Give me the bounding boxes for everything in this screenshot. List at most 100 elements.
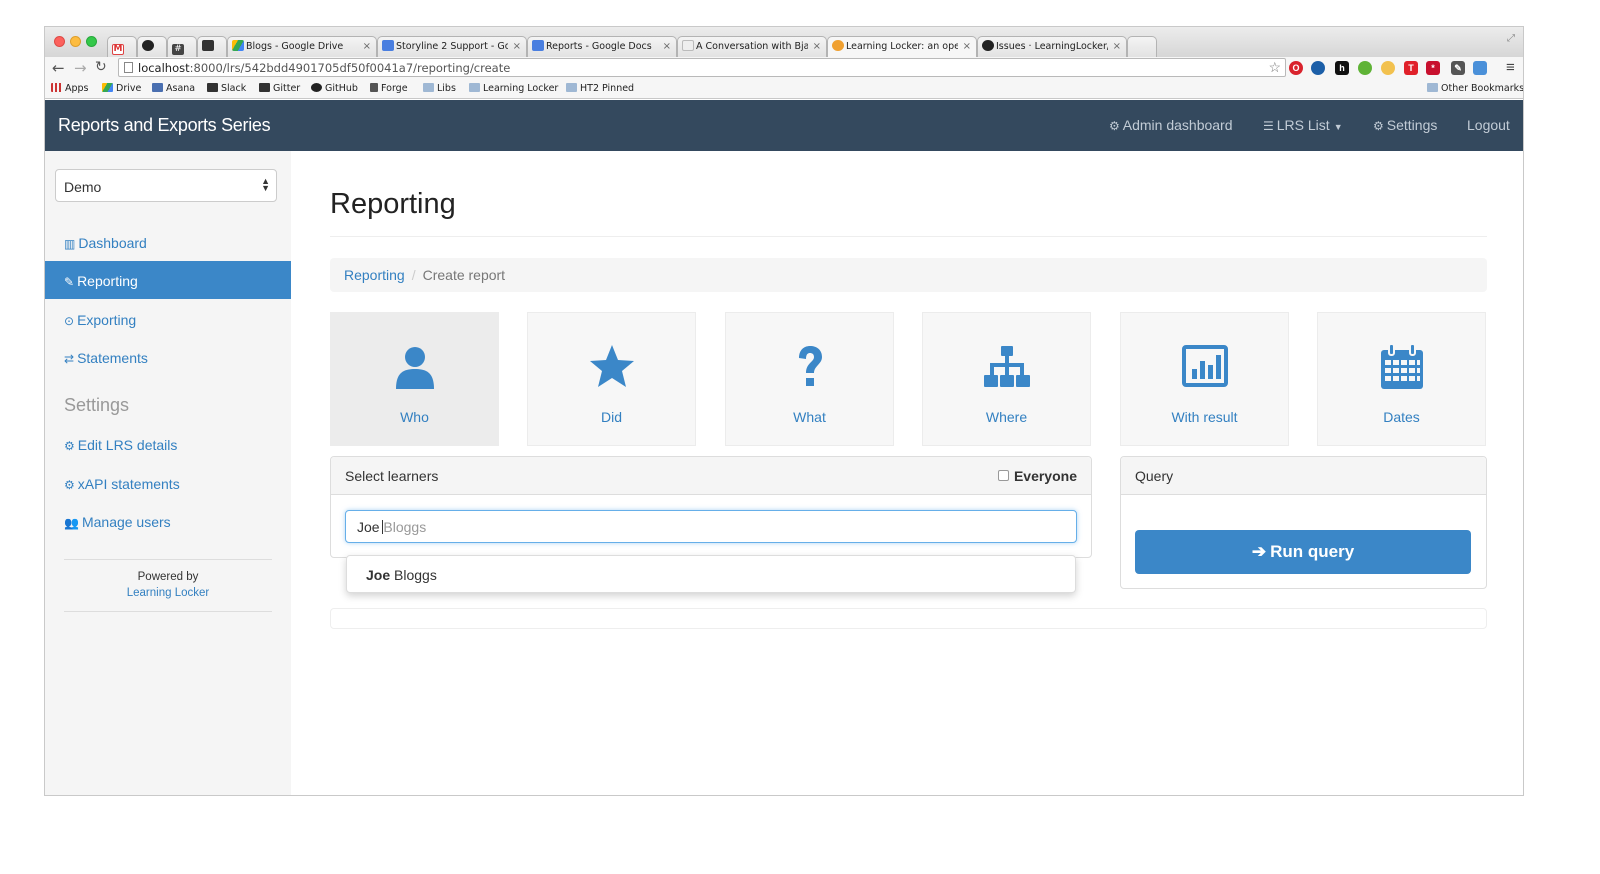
sidebar-item-exporting[interactable]: ⊙ Exporting xyxy=(45,300,291,338)
browser-tab-gitter[interactable] xyxy=(197,36,227,57)
sidebar-item-dashboard[interactable]: ▥ Dashboard xyxy=(45,223,291,261)
tile-dates[interactable]: Dates xyxy=(1317,312,1486,446)
clipboard-extension-icon[interactable] xyxy=(1473,61,1487,75)
nav-logout[interactable]: Logout xyxy=(1467,117,1510,133)
bookmark-label: Forge xyxy=(381,83,408,94)
back-arrow-icon[interactable]: ← xyxy=(52,59,65,77)
honey-extension-icon[interactable] xyxy=(1381,61,1395,75)
menu-icon[interactable]: ≡ xyxy=(1506,59,1515,76)
nav-admin-dashboard[interactable]: ⚙ Admin dashboard xyxy=(1109,117,1233,133)
fullscreen-icon[interactable]: ⤢ xyxy=(1507,33,1515,44)
bookmark-star-icon[interactable]: ☆ xyxy=(1268,59,1281,76)
star-icon xyxy=(590,345,634,387)
learning-locker-link[interactable]: Learning Locker xyxy=(64,585,272,601)
everyone-checkbox[interactable]: Everyone xyxy=(997,468,1077,484)
tab-title: Blogs - Google Drive xyxy=(246,41,344,52)
url-text: localhost:8000/lrs/542bdd4901705df50f004… xyxy=(138,61,510,75)
bookmark-drive[interactable]: Drive xyxy=(102,83,141,94)
evernote-extension-icon[interactable] xyxy=(1358,61,1372,75)
gear-icon: ⚙ xyxy=(64,439,75,453)
bookmark-learning-locker[interactable]: Learning Locker xyxy=(469,83,558,94)
checkbox-box[interactable] xyxy=(997,470,1009,481)
nav-settings[interactable]: ⚙ Settings xyxy=(1373,117,1437,133)
reload-icon[interactable]: ↻ xyxy=(95,59,107,75)
close-window-button[interactable] xyxy=(54,36,65,47)
browser-tab-conversation[interactable]: A Conversation with Bjarn × xyxy=(677,36,827,57)
circle-arrow-icon: ⊙ xyxy=(64,314,75,328)
address-bar[interactable]: localhost:8000/lrs/542bdd4901705df50f004… xyxy=(118,58,1286,77)
google-docs-icon xyxy=(532,40,544,51)
browser-tab-issues[interactable]: Issues · LearningLocker/le × xyxy=(977,36,1127,57)
close-tab-icon[interactable]: × xyxy=(1113,37,1121,56)
forward-arrow-icon[interactable]: → xyxy=(74,59,87,77)
close-tab-icon[interactable]: × xyxy=(963,37,971,56)
close-tab-icon[interactable]: × xyxy=(363,37,371,56)
tile-what[interactable]: What xyxy=(725,312,894,446)
bookmark-github[interactable]: GitHub xyxy=(311,83,358,94)
close-tab-icon[interactable]: × xyxy=(663,37,671,56)
google-drive-icon xyxy=(102,83,113,92)
close-tab-icon[interactable]: × xyxy=(513,37,521,56)
browser-tab-learning-locker[interactable]: Learning Locker: an open s × xyxy=(827,36,977,57)
tile-did[interactable]: Did xyxy=(527,312,696,446)
close-tab-icon[interactable]: × xyxy=(813,37,821,56)
globe-extension-icon[interactable] xyxy=(1311,61,1325,75)
sidebar-item-label: Edit LRS details xyxy=(77,437,178,453)
opera-extension-icon[interactable]: O xyxy=(1289,61,1303,75)
browser-tab-drive[interactable]: Blogs - Google Drive × xyxy=(227,36,377,57)
url-path: :8000/lrs/542bdd4901705df50f0041a7/repor… xyxy=(189,61,511,75)
tile-label: Where xyxy=(985,409,1028,425)
bookmark-apps[interactable]: Apps xyxy=(51,83,89,94)
exchange-icon: ⇄ xyxy=(64,352,75,366)
bookmarks-bar: Apps Drive Asana Slack Gitter GitHub For… xyxy=(45,79,1523,99)
title-divider xyxy=(330,236,1487,237)
maximize-window-button[interactable] xyxy=(86,36,97,47)
bookmark-libs[interactable]: Libs xyxy=(423,83,456,94)
h-extension-icon[interactable]: h xyxy=(1335,61,1349,75)
nav-lrs-list[interactable]: ☰ LRS List ▼ xyxy=(1263,117,1343,133)
sidebar-item-edit-lrs[interactable]: ⚙ Edit LRS details xyxy=(45,425,291,463)
browser-tab-storyline[interactable]: Storyline 2 Support - Goo × xyxy=(377,36,527,57)
bookmark-label: Learning Locker xyxy=(483,83,559,94)
bookmark-label: Gitter xyxy=(273,83,301,94)
panel-heading: Select learners Everyone xyxy=(331,457,1091,495)
tile-where[interactable]: Where xyxy=(922,312,1091,446)
breadcrumb-separator: / xyxy=(411,267,416,283)
list-icon: ☰ xyxy=(1263,119,1274,133)
bookmark-forge[interactable]: Forge xyxy=(370,83,408,94)
browser-tab-github[interactable] xyxy=(137,36,167,57)
browser-tab-gmail[interactable]: M xyxy=(107,36,137,57)
sidebar-item-reporting[interactable]: ✎ Reporting xyxy=(45,261,291,299)
caret-down-icon: ▼ xyxy=(1333,122,1343,132)
circle-arrow-right-icon: ➔ xyxy=(1251,542,1267,561)
breadcrumb-current: Create report xyxy=(422,267,506,283)
pencil-icon: ✎ xyxy=(64,275,75,289)
sidebar-item-statements[interactable]: ⇄ Statements xyxy=(45,338,291,376)
bookmark-ht2-pinned[interactable]: HT2 Pinned xyxy=(566,83,634,94)
browser-tab-reports[interactable]: Reports - Google Docs × xyxy=(527,36,677,57)
suggestion-item[interactable]: Joe Bloggs xyxy=(366,567,437,583)
new-tab-button[interactable] xyxy=(1127,36,1157,57)
minimize-window-button[interactable] xyxy=(70,36,81,47)
pen-extension-icon[interactable]: ✎ xyxy=(1451,61,1465,75)
input-typed-text: Joe xyxy=(357,519,380,535)
bookmark-asana[interactable]: Asana xyxy=(152,83,195,94)
brand-title[interactable]: Reports and Exports Series xyxy=(58,115,271,136)
lastpass-extension-icon[interactable]: * xyxy=(1426,61,1440,75)
everyone-label: Everyone xyxy=(1013,468,1077,484)
lrs-select[interactable]: Demo ▲ ▼ xyxy=(55,169,277,202)
other-bookmarks[interactable]: Other Bookmarks xyxy=(1427,83,1523,94)
tile-with-result[interactable]: With result xyxy=(1120,312,1289,446)
tile-who[interactable]: Who xyxy=(330,312,499,446)
breadcrumb-reporting-link[interactable]: Reporting xyxy=(344,267,405,283)
question-icon xyxy=(799,346,822,386)
divider xyxy=(64,611,272,612)
sidebar-item-xapi-statements[interactable]: ⚙ xAPI statements xyxy=(45,464,291,502)
t-extension-icon[interactable]: T xyxy=(1404,61,1418,75)
bookmark-gitter[interactable]: Gitter xyxy=(259,83,300,94)
sidebar-item-manage-users[interactable]: 👥 Manage users xyxy=(45,502,291,540)
learner-search-input[interactable]: Joe Bloggs xyxy=(345,510,1077,543)
bookmark-slack[interactable]: Slack xyxy=(207,83,246,94)
run-query-button[interactable]: ➔ Run query xyxy=(1135,530,1471,574)
browser-tab-slack[interactable]: # xyxy=(167,36,197,57)
